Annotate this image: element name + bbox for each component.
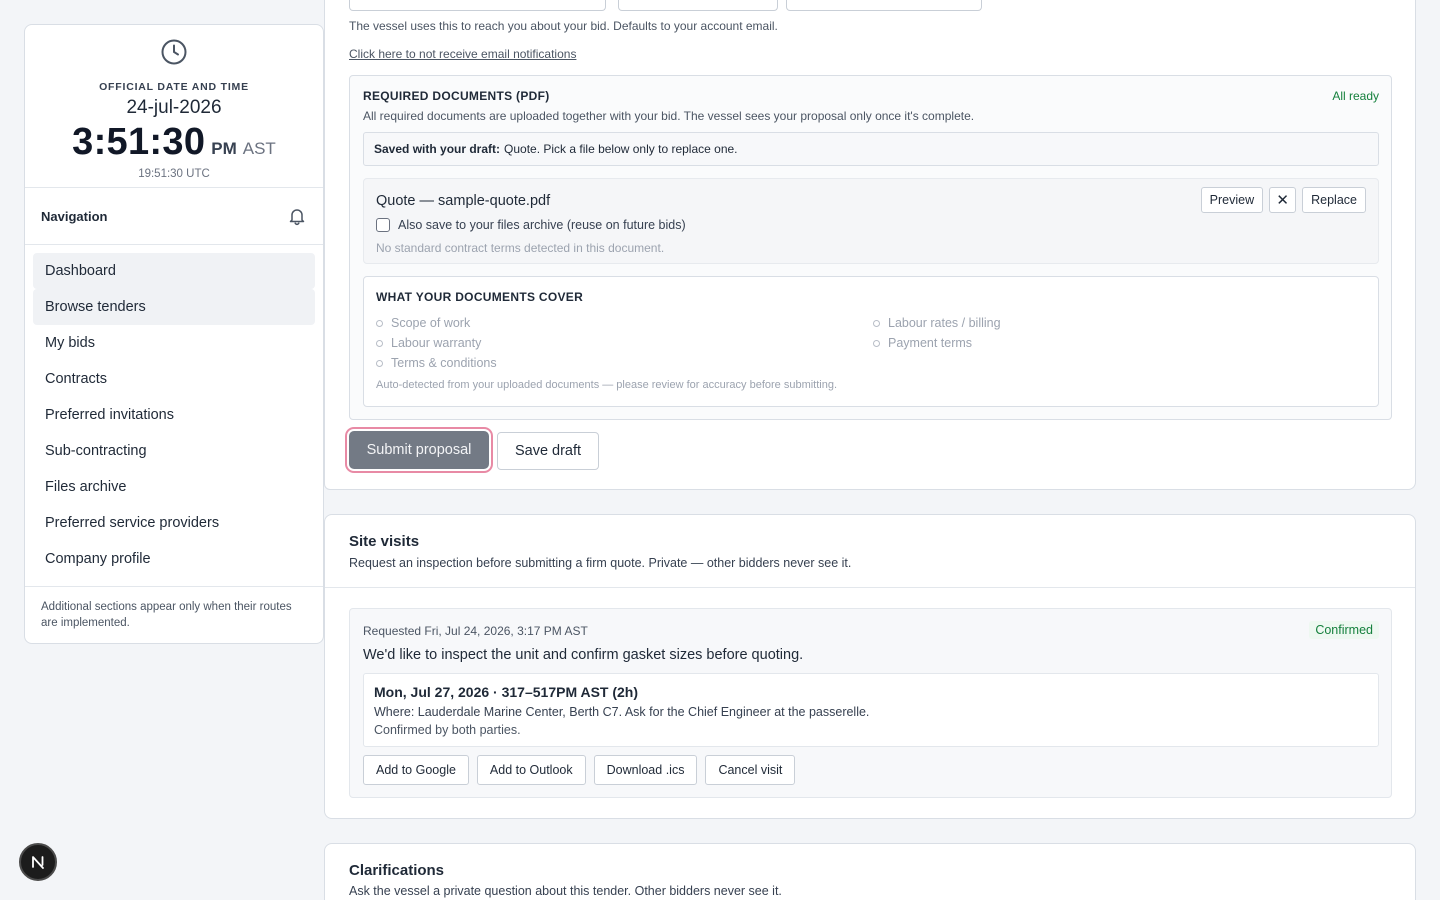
clock-ampm: PM	[211, 139, 237, 158]
file-note: No standard contract terms detected in t…	[376, 241, 665, 255]
saved-draft-notice: Saved with your draft: Quote. Pick a fil…	[363, 132, 1379, 166]
site-visits-subtitle: Request an inspection before submitting …	[349, 556, 852, 570]
visit-actions: Add to Google Add to Outlook Download .i…	[363, 755, 796, 785]
quote-file-card: Quote — sample-quote.pdf Also save to yo…	[363, 178, 1379, 264]
file-name: Quote — sample-quote.pdf	[376, 193, 551, 209]
clock-time-row: 3:51:30 PM AST	[25, 121, 323, 164]
clock-timezone: AST	[242, 139, 276, 158]
visit-where: Where: Lauderdale Marine Center, Berth C…	[374, 705, 870, 719]
archive-option[interactable]: Also save to your files archive (reuse o…	[376, 218, 686, 232]
clock-icon	[161, 39, 187, 65]
bell-icon[interactable]	[287, 206, 307, 226]
nextjs-badge[interactable]	[19, 843, 57, 881]
nav-item-company-profile[interactable]: Company profile	[33, 541, 315, 577]
cancel-visit-button[interactable]: Cancel visit	[705, 755, 796, 785]
documents-coverage: WHAT YOUR DOCUMENTS COVER Scope of work …	[363, 276, 1379, 407]
coverage-footnote: Auto-detected from your uploaded documen…	[376, 379, 838, 391]
documents-subtitle: All required documents are uploaded toge…	[363, 109, 975, 123]
file-actions: Preview ✕ Replace	[1200, 187, 1366, 213]
nav-item-browse-tenders[interactable]: Browse tenders	[33, 289, 315, 325]
site-visits-card: Site visits Request an inspection before…	[324, 514, 1416, 819]
clock-time: 3:51:30	[72, 121, 206, 163]
next-logo-icon	[32, 856, 44, 869]
official-clock: OFFICIAL DATE AND TIME 24-jul-2026 3:51:…	[25, 25, 323, 188]
circle-icon	[873, 319, 880, 327]
required-documents: REQUIRED DOCUMENTS (PDF) All ready All r…	[349, 75, 1392, 420]
visit-requested-at: Requested Fri, Jul 24, 2026, 3:17 PM AST	[363, 624, 588, 638]
nav-item-dashboard[interactable]: Dashboard	[33, 253, 315, 289]
submit-proposal-button[interactable]: Submit proposal	[349, 431, 489, 469]
site-visit-item: Requested Fri, Jul 24, 2026, 3:17 PM AST…	[349, 608, 1392, 798]
coverage-item: Labour rates / billing	[873, 313, 1001, 333]
archive-checkbox-label: Also save to your files archive (reuse o…	[398, 218, 686, 232]
coverage-item: Terms & conditions	[376, 353, 497, 373]
download-ics-button[interactable]: Download .ics	[593, 755, 698, 785]
email-input[interactable]	[349, 0, 606, 11]
nav-title: Navigation	[41, 208, 108, 224]
nav-item-my-bids[interactable]: My bids	[33, 325, 315, 361]
circle-icon	[376, 359, 383, 367]
visit-message: We'd like to inspect the unit and confir…	[363, 647, 804, 663]
coverage-item: Labour warranty	[376, 333, 497, 353]
add-to-google-button[interactable]: Add to Google	[363, 755, 469, 785]
visit-status-badge: Confirmed	[1309, 621, 1379, 639]
visit-when: Mon, Jul 27, 2026 · 317–517PM AST (2h)	[374, 684, 639, 700]
nav-note: Additional sections appear only when the…	[41, 601, 292, 629]
circle-icon	[376, 319, 383, 327]
clock-caption: OFFICIAL DATE AND TIME	[99, 81, 249, 93]
nav-item-contracts[interactable]: Contracts	[33, 361, 315, 397]
save-draft-button[interactable]: Save draft	[497, 432, 599, 470]
circle-icon	[376, 339, 383, 347]
email-optout-link[interactable]: Click here to not receive email notifica…	[349, 47, 576, 61]
clarifications-title: Clarifications	[349, 862, 445, 879]
visit-slot: Mon, Jul 27, 2026 · 317–517PM AST (2h) W…	[363, 673, 1379, 747]
phone-input[interactable]	[618, 0, 778, 11]
clock-date: 24-jul-2026	[126, 97, 222, 118]
nav-item-preferred-invitations[interactable]: Preferred invitations	[33, 397, 315, 433]
clock-utc: 19:51:30 UTC	[138, 168, 210, 180]
circle-icon	[873, 339, 880, 347]
clarifications-card: Clarifications Ask the vessel a private …	[324, 843, 1416, 900]
nav-item-files-archive[interactable]: Files archive	[33, 469, 315, 505]
documents-status: All ready	[1332, 89, 1379, 103]
site-visits-title: Site visits	[349, 533, 420, 550]
coverage-item: Payment terms	[873, 333, 1001, 353]
clarifications-subtitle: Ask the vessel a private question about …	[349, 884, 782, 898]
visit-confirmation: Confirmed by both parties.	[374, 723, 521, 737]
contact-input[interactable]	[786, 0, 982, 11]
coverage-title: WHAT YOUR DOCUMENTS COVER	[376, 290, 584, 304]
sidebar: OFFICIAL DATE AND TIME 24-jul-2026 3:51:…	[24, 24, 324, 644]
add-to-outlook-button[interactable]: Add to Outlook	[476, 755, 586, 785]
preview-button[interactable]: Preview	[1200, 187, 1264, 213]
coverage-left-list: Scope of work Labour warranty Terms & co…	[376, 313, 497, 373]
coverage-item: Scope of work	[376, 313, 497, 333]
nav-header: Navigation	[25, 188, 323, 245]
coverage-right-list: Labour rates / billing Payment terms	[873, 313, 1001, 353]
nav-item-preferred-service-providers[interactable]: Preferred service providers	[33, 505, 315, 541]
nav-item-sub-contracting[interactable]: Sub-contracting	[33, 433, 315, 469]
remove-file-button[interactable]: ✕	[1269, 187, 1297, 213]
bid-form-card: The vessel uses this to reach you about …	[324, 0, 1416, 490]
nav-list: Dashboard Browse tenders My bids Contrac…	[25, 245, 323, 587]
divider	[325, 587, 1415, 588]
email-hint: The vessel uses this to reach you about …	[349, 19, 778, 33]
documents-title: REQUIRED DOCUMENTS (PDF)	[363, 89, 550, 103]
saved-draft-text: Quote. Pick a file below only to replace…	[504, 142, 738, 156]
archive-checkbox[interactable]	[376, 218, 390, 232]
replace-button[interactable]: Replace	[1302, 187, 1366, 213]
saved-draft-label: Saved with your draft:	[374, 142, 501, 156]
